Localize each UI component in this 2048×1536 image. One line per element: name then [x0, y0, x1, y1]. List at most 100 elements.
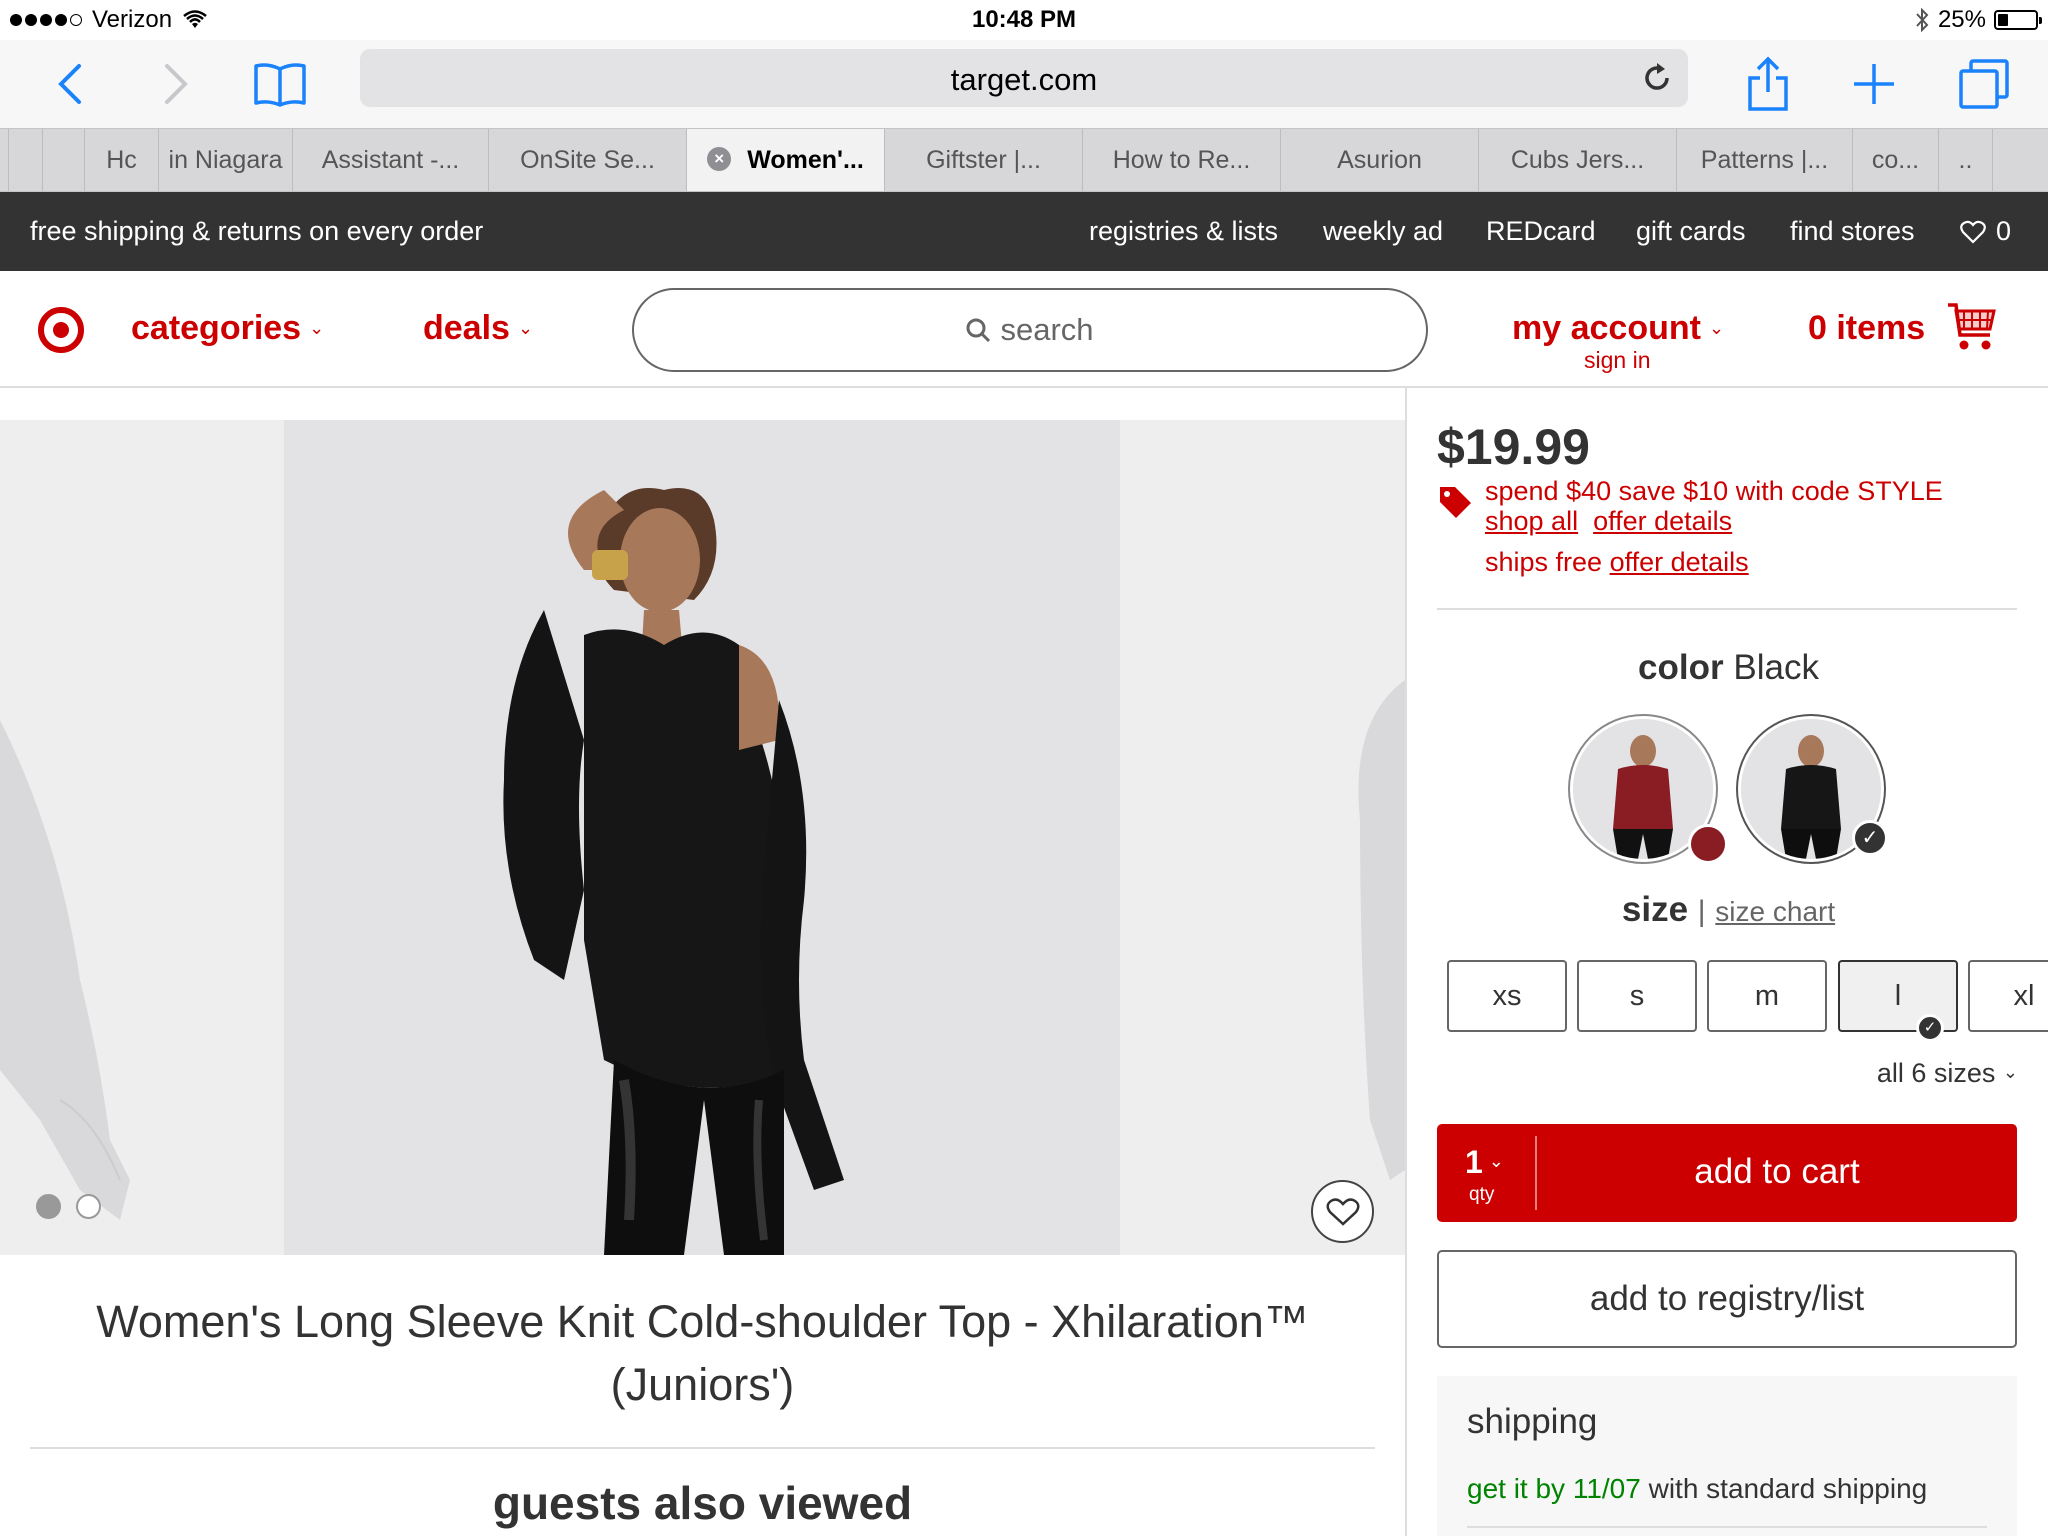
deals-menu[interactable]: deals ⌄	[423, 309, 533, 348]
size-xs-button[interactable]: xs	[1447, 960, 1567, 1032]
all-sizes-dropdown[interactable]: all 6 sizes ⌄	[1877, 1058, 2018, 1089]
gift-cards-link[interactable]: gift cards	[1636, 216, 1746, 247]
tab-womens-active[interactable]: × Women'...	[686, 129, 884, 191]
tabs-overview-icon[interactable]	[1954, 54, 2014, 114]
search-icon	[966, 318, 991, 343]
color-value: Black	[1733, 648, 1819, 687]
cart-count[interactable]: 0 items	[1808, 309, 1925, 348]
tab-stub[interactable]	[8, 129, 42, 191]
divider	[30, 1447, 1375, 1449]
selected-check-icon: ✓	[1916, 1014, 1944, 1042]
close-tab-icon[interactable]: ×	[707, 147, 732, 172]
my-account-menu[interactable]: my account ⌄	[1512, 309, 1724, 348]
carousel-dot-active[interactable]	[36, 1194, 61, 1219]
selected-check-icon: ✓	[1852, 820, 1888, 856]
chevron-down-icon: ⌄	[517, 318, 534, 338]
search-placeholder: search	[1000, 312, 1094, 347]
color-swatch-red[interactable]	[1568, 714, 1728, 864]
forward-icon[interactable]	[146, 54, 206, 114]
url-text: target.com	[950, 62, 1098, 97]
tab-stub[interactable]	[42, 129, 84, 191]
quantity-value: 1	[1465, 1144, 1483, 1180]
heart-icon	[1960, 220, 1986, 244]
status-bar: Verizon 10:48 PM 25%	[0, 0, 2048, 40]
tab-onsite[interactable]: OnSite Se...	[488, 129, 686, 191]
account-label: my account	[1512, 309, 1701, 347]
color-label: color Black	[1407, 648, 2048, 688]
tab-label: Cubs Jers...	[1510, 146, 1645, 174]
color-swatch-black-selected[interactable]: ✓	[1736, 714, 1888, 864]
find-stores-link[interactable]: find stores	[1790, 216, 1915, 247]
tab-patterns[interactable]: Patterns |...	[1676, 129, 1852, 191]
new-tab-icon[interactable]	[1844, 54, 1904, 114]
favorites-count: 0	[1996, 216, 2012, 246]
ships-free-text: ships free	[1485, 547, 1603, 577]
tab-how-to[interactable]: How to Re...	[1082, 129, 1280, 191]
tab-label: Assistant -...	[321, 146, 460, 174]
free-shipping-text: free shipping & returns on every order	[30, 216, 484, 246]
clock: 10:48 PM	[971, 6, 1077, 33]
tab-label: Asurion	[1337, 146, 1422, 174]
tab-label: Women'...	[747, 146, 864, 174]
target-logo-icon[interactable]	[38, 307, 84, 358]
size-xl-button[interactable]: xl	[1968, 960, 2048, 1032]
tab-stub[interactable]: ..	[1938, 129, 1992, 191]
product-gallery[interactable]	[0, 388, 1405, 1255]
battery-icon	[1994, 10, 2042, 30]
tab-label: ..	[1958, 146, 1973, 174]
promo-text: spend $40 save $10 with code STYLE	[1485, 476, 1943, 506]
tab-home[interactable]: Hc	[84, 129, 158, 191]
quantity-label: qty	[1469, 1184, 1495, 1205]
favorite-button[interactable]	[1311, 1180, 1374, 1243]
size-m-button[interactable]: m	[1707, 960, 1827, 1032]
add-to-cart-button[interactable]: 1 ⌄ qty add to cart	[1437, 1124, 2017, 1222]
add-to-cart-label: add to cart	[1694, 1152, 1860, 1191]
main-product-image[interactable]	[284, 420, 1120, 1255]
tab-giftster[interactable]: Giftster |...	[884, 129, 1082, 191]
next-product-image[interactable]	[1120, 420, 1405, 1255]
tab-label: co...	[1871, 146, 1920, 174]
previous-product-image[interactable]	[0, 420, 284, 1255]
tab-label: How to Re...	[1112, 146, 1251, 174]
shipping-offer-details-link[interactable]: offer details	[1610, 547, 1749, 577]
quantity-select[interactable]: 1 ⌄	[1465, 1144, 1504, 1181]
deals-label: deals	[423, 309, 510, 347]
size-chart-link[interactable]: size chart	[1715, 896, 1835, 927]
favorites-link[interactable]: 0	[1960, 216, 2011, 247]
redcard-link[interactable]: REDcard	[1486, 216, 1596, 247]
reload-icon[interactable]	[1640, 61, 1674, 100]
categories-label: categories	[131, 309, 302, 347]
search-inner: search	[634, 312, 1426, 348]
sign-in-link[interactable]: sign in	[1584, 347, 1650, 374]
back-icon[interactable]	[40, 54, 100, 114]
categories-menu[interactable]: categories ⌄	[131, 309, 324, 348]
tab-assistant[interactable]: Assistant -...	[292, 129, 488, 191]
tab-stub[interactable]	[1992, 129, 2022, 191]
purchase-panel: $19.99 spend $40 save $10 with code STYL…	[1405, 388, 2048, 1536]
shipping-title: shipping	[1467, 1402, 1598, 1441]
bookmarks-icon[interactable]	[250, 54, 310, 114]
offer-details-link[interactable]: offer details	[1593, 506, 1732, 536]
tab-co[interactable]: co...	[1852, 129, 1938, 191]
share-icon[interactable]	[1738, 54, 1798, 114]
tab-label: OnSite Se...	[520, 146, 655, 174]
browser-toolbar: target.com	[0, 40, 2048, 128]
cart-icon[interactable]	[1946, 301, 1996, 358]
tab-cubs[interactable]: Cubs Jers...	[1478, 129, 1676, 191]
shop-all-link[interactable]: shop all	[1485, 506, 1578, 536]
add-to-registry-button[interactable]: add to registry/list	[1437, 1250, 2017, 1348]
search-input[interactable]: search	[632, 288, 1428, 372]
shipping-estimate: get it by 11/07 with standard shipping	[1467, 1473, 1927, 1505]
size-l-button[interactable]: l ✓	[1838, 960, 1958, 1042]
weekly-ad-link[interactable]: weekly ad	[1323, 216, 1443, 247]
model-photo	[284, 420, 1120, 1255]
address-bar[interactable]: target.com	[360, 49, 1688, 107]
separator: |	[1697, 895, 1706, 928]
carousel-dot[interactable]	[76, 1194, 101, 1219]
tab-niagara[interactable]: in Niagara	[158, 129, 292, 191]
tab-label: Hc	[106, 146, 137, 174]
tab-asurion[interactable]: Asurion	[1280, 129, 1478, 191]
site-header: categories ⌄ deals ⌄ search my account ⌄ si…	[0, 271, 2048, 388]
registries-link[interactable]: registries & lists	[1089, 216, 1278, 247]
size-s-button[interactable]: s	[1577, 960, 1697, 1032]
